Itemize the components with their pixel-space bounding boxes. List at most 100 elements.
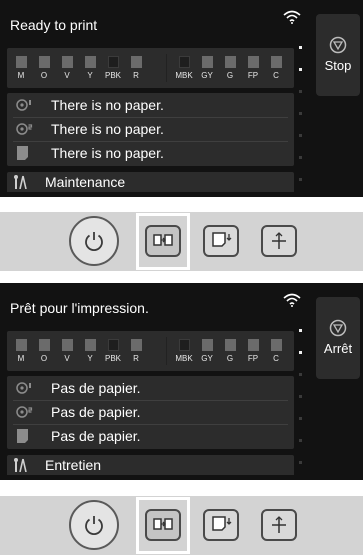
paper-status-text: Pas de papier.	[51, 404, 141, 420]
power-button[interactable]	[69, 216, 119, 266]
ink-label: G	[226, 71, 234, 80]
paper-status-panel[interactable]: There is no paper. There is no paper. Th…	[7, 93, 294, 166]
ink-label: MBK	[175, 354, 193, 363]
ink-label: O	[40, 354, 48, 363]
ink-tank	[61, 56, 73, 68]
ink-tank	[201, 339, 213, 351]
control-panel	[0, 212, 363, 271]
ink-tank	[130, 56, 142, 68]
maintenance-label: Maintenance	[45, 174, 126, 190]
ink-tank	[270, 56, 282, 68]
ink-levels-panel[interactable]: M O V Y PBK R MBK GY G FP C	[7, 48, 294, 88]
ink-label: Y	[87, 71, 93, 80]
stop-button[interactable]: Arrêt	[316, 297, 360, 379]
ink-tank	[178, 56, 190, 68]
maintenance-menu-item[interactable]: Entretien	[7, 455, 294, 475]
load-paper-icon	[212, 232, 232, 247]
status-title: Ready to print	[10, 17, 98, 33]
paper-status-row[interactable]: There is no paper.	[13, 119, 288, 139]
ink-tank	[84, 56, 96, 68]
ink-label: PBK	[104, 354, 121, 363]
ink-label: GY	[201, 354, 213, 363]
ink-tank	[201, 56, 213, 68]
paper-status-row[interactable]: There is no paper.	[13, 143, 288, 163]
ink-tank	[84, 339, 96, 351]
paper-settings-button[interactable]	[145, 225, 181, 257]
ink-label: FP	[247, 71, 259, 80]
ink-label: Y	[87, 354, 93, 363]
paper-status-row[interactable]: Pas de papier.	[13, 402, 288, 422]
ink-tank	[61, 339, 73, 351]
ink-tank	[178, 339, 190, 351]
paper-status-row[interactable]: Pas de papier.	[13, 426, 288, 446]
cut-paper-button[interactable]	[261, 225, 297, 257]
paper-roll-2-icon	[16, 123, 33, 135]
touch-screen-english: Ready to print M O V Y PBK R MBK GY G FP…	[0, 0, 363, 197]
cut-sheet-icon	[17, 146, 28, 160]
page-scroll-indicator	[298, 323, 304, 473]
ink-tank	[224, 339, 236, 351]
ink-label: M	[17, 354, 25, 363]
ink-levels-panel[interactable]: M O V Y PBK R MBK GY G FP C	[7, 331, 294, 371]
stop-icon	[329, 319, 347, 337]
paper-settings-icon	[153, 518, 173, 530]
paper-status-row[interactable]: Pas de papier.	[13, 378, 288, 398]
wifi-icon	[283, 293, 301, 307]
ink-divider	[166, 54, 167, 82]
ink-tank	[107, 339, 119, 351]
ink-label: GY	[201, 71, 213, 80]
stop-label: Stop	[324, 58, 352, 73]
ink-tank	[15, 339, 27, 351]
cut-paper-icon	[272, 232, 286, 249]
power-icon	[85, 516, 103, 536]
row-divider	[13, 424, 288, 425]
ink-label: PBK	[104, 71, 121, 80]
paper-status-text: There is no paper.	[51, 121, 164, 137]
paper-roll-1-icon	[16, 99, 31, 111]
ink-tank	[15, 56, 27, 68]
paper-status-text: Pas de papier.	[51, 380, 141, 396]
ink-label: MBK	[175, 71, 193, 80]
ink-label: V	[64, 71, 70, 80]
paper-roll-2-icon	[16, 406, 33, 418]
row-divider	[13, 400, 288, 401]
ink-label: R	[133, 354, 139, 363]
paper-status-text: There is no paper.	[51, 97, 164, 113]
ink-tank	[130, 339, 142, 351]
load-paper-button[interactable]	[203, 509, 239, 541]
cut-sheet-icon	[17, 429, 28, 443]
maintenance-menu-item[interactable]: Maintenance	[7, 172, 294, 192]
touch-screen-french: Prêt pour l'impression. M O V Y PBK R MB…	[0, 283, 363, 480]
paper-roll-1-icon	[16, 382, 31, 394]
ink-label: C	[273, 71, 279, 80]
paper-status-row[interactable]: There is no paper.	[13, 95, 288, 115]
load-paper-button[interactable]	[203, 225, 239, 257]
ink-tank	[38, 56, 50, 68]
maintenance-label: Entretien	[45, 457, 102, 473]
paper-settings-icon	[153, 234, 173, 246]
control-panel	[0, 496, 363, 555]
ink-tank	[247, 56, 259, 68]
stop-label: Arrêt	[323, 341, 353, 356]
stop-icon	[329, 36, 347, 54]
paper-status-text: There is no paper.	[51, 145, 164, 161]
ink-label: V	[64, 354, 70, 363]
row-divider	[13, 117, 288, 118]
wifi-icon	[283, 10, 301, 24]
cut-paper-button[interactable]	[261, 509, 297, 541]
ink-label: M	[17, 71, 25, 80]
maintenance-icon	[14, 458, 27, 472]
ink-label: G	[226, 354, 234, 363]
ink-tank	[247, 339, 259, 351]
status-title: Prêt pour l'impression.	[10, 300, 149, 316]
paper-settings-button[interactable]	[145, 509, 181, 541]
paper-status-panel[interactable]: Pas de papier. Pas de papier. Pas de pap…	[7, 376, 294, 449]
cut-paper-icon	[272, 516, 286, 533]
ink-label: C	[273, 354, 279, 363]
stop-button[interactable]: Stop	[316, 14, 360, 96]
power-icon	[85, 232, 103, 252]
ink-divider	[166, 337, 167, 365]
load-paper-icon	[212, 516, 232, 531]
power-button[interactable]	[69, 500, 119, 550]
ink-label: R	[133, 71, 139, 80]
